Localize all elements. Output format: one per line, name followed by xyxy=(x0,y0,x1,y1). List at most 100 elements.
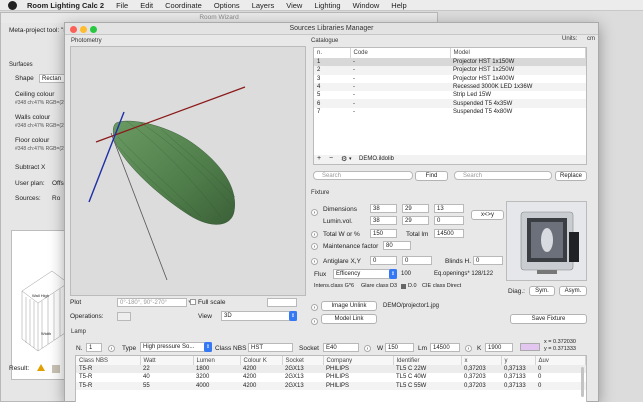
antiglare-y-input[interactable]: 0 xyxy=(402,256,432,265)
col-code[interactable]: Code xyxy=(350,48,451,58)
flux-select[interactable]: Efficency xyxy=(333,269,397,279)
w-input[interactable]: 150 xyxy=(385,343,414,352)
lamp-row[interactable]: T5-R 40 3200 4200 2GX13 PHILIPS TL5 C 40W 0,372… xyxy=(76,373,586,381)
plot-select[interactable]: 0°-180°, 90°-270° xyxy=(117,298,192,307)
menu-help[interactable]: Help xyxy=(391,1,406,10)
menu-view[interactable]: View xyxy=(286,1,302,10)
col-identifier[interactable]: Identifier xyxy=(393,356,462,365)
lumin-vol-z-input[interactable]: 0 xyxy=(434,216,464,225)
total-lm-input[interactable]: 14500 xyxy=(434,229,464,238)
socket-link-icon[interactable]: › xyxy=(364,345,371,352)
col-n[interactable]: n. xyxy=(314,48,351,58)
replace-search-input[interactable]: Search xyxy=(454,171,552,180)
sym-button[interactable]: Sym. xyxy=(529,286,555,296)
user-plan-value[interactable]: Offs xyxy=(52,180,64,187)
photometry-3d-view[interactable] xyxy=(70,46,306,296)
catalogue-row[interactable]: 1- Projector HST 1x150W xyxy=(314,58,586,67)
lamp-table-scrollbar[interactable] xyxy=(581,367,584,397)
image-unlink-button[interactable]: Image Unlink xyxy=(321,301,377,311)
lamp-row[interactable]: T5-R 22 1800 4200 2GX13 PHILIPS TL5 C 22W 0,372… xyxy=(76,365,586,374)
swap-xy-button[interactable]: x<>y xyxy=(471,210,504,220)
menu-window[interactable]: Window xyxy=(353,1,380,10)
lamp-colour-swatch[interactable] xyxy=(520,343,540,351)
col-colour-k[interactable]: Colour K xyxy=(240,356,283,365)
col-company[interactable]: Company xyxy=(323,356,394,365)
maintenance-factor-input[interactable]: 80 xyxy=(383,241,411,250)
total-w-input[interactable]: 150 xyxy=(370,229,397,238)
menu-edit[interactable]: Edit xyxy=(140,1,153,10)
flux-stepper-icon[interactable]: ⇕ xyxy=(389,269,397,279)
dimension-y-input[interactable]: 29 xyxy=(402,204,429,213)
dimension-z-input[interactable]: 13 xyxy=(434,204,464,213)
lamp-n-input[interactable]: 1 xyxy=(86,343,102,352)
total-w-link-icon[interactable]: › xyxy=(311,231,318,238)
lm-link-icon[interactable]: › xyxy=(465,345,472,352)
k-input[interactable]: 1900 xyxy=(485,343,513,352)
catalogue-search-input[interactable]: Search xyxy=(313,171,413,180)
replace-button[interactable]: Replace xyxy=(555,171,587,181)
menu-layers[interactable]: Layers xyxy=(252,1,275,10)
close-window-button[interactable] xyxy=(70,26,77,33)
find-button[interactable]: Find xyxy=(415,171,448,181)
operations-select[interactable] xyxy=(117,312,131,321)
lamp-row[interactable]: T5-R 55 4000 4200 2GX13 PHILIPS TL5 C 55W 0,372… xyxy=(76,381,586,390)
image-unlink-icon[interactable]: › xyxy=(311,304,318,311)
class-nbs-input[interactable]: HST xyxy=(248,343,293,352)
warning-icon xyxy=(37,364,45,371)
model-link-icon[interactable]: › xyxy=(311,318,318,325)
apple-icon[interactable] xyxy=(8,0,17,10)
catalogue-row[interactable]: 3- Projector HST 1x400W xyxy=(314,75,586,83)
catalogue-row[interactable]: 5- Strip Led 15W xyxy=(314,91,586,99)
socket-input[interactable]: E40 xyxy=(323,343,359,352)
menu-options[interactable]: Options xyxy=(214,1,240,10)
fixture-image[interactable] xyxy=(506,201,587,281)
col-x[interactable]: x xyxy=(461,356,502,365)
shape-select[interactable]: Rectan xyxy=(39,74,65,83)
col-model[interactable]: Model xyxy=(450,48,586,58)
col-y[interactable]: y xyxy=(501,356,536,365)
menu-lighting[interactable]: Lighting xyxy=(314,1,340,10)
antiglare-x-input[interactable]: 0 xyxy=(370,256,397,265)
gear-icon[interactable]: ⚙ xyxy=(341,155,347,163)
minimize-window-button[interactable] xyxy=(80,26,87,33)
model-link-button[interactable]: Model Link xyxy=(321,314,377,324)
lumin-vol-x-input[interactable]: 38 xyxy=(370,216,397,225)
menu-file[interactable]: File xyxy=(116,1,128,10)
antiglare-link-icon[interactable]: › xyxy=(311,258,318,265)
zoom-window-button[interactable] xyxy=(90,26,97,33)
maintenance-link-icon[interactable]: › xyxy=(311,243,318,250)
lamp-n-link-icon[interactable]: › xyxy=(108,345,115,352)
catalogue-row[interactable]: 6- Suspended T5 4x35W xyxy=(314,99,586,108)
sources-value[interactable]: Ro xyxy=(52,195,60,202)
view-stepper-icon[interactable]: ⇕ xyxy=(289,311,297,321)
lamp-type-stepper-icon[interactable]: ⇕ xyxy=(204,342,212,352)
add-icon[interactable]: + xyxy=(317,155,321,162)
col-duv[interactable]: Δuv xyxy=(535,356,586,365)
col-class-nbs[interactable]: Class NBS xyxy=(76,356,141,365)
catalogue-row[interactable]: 4- Recessed 3000K LED 1x36W xyxy=(314,82,586,92)
library-file-name[interactable]: DEMO.ildolib xyxy=(359,156,394,162)
col-socket[interactable]: Socket xyxy=(282,356,324,365)
col-watt[interactable]: Watt xyxy=(140,356,194,365)
dimensions-link-icon[interactable]: › xyxy=(311,209,318,216)
save-fixture-button[interactable]: Save Fixture xyxy=(510,314,587,324)
col-lumen[interactable]: Lumen xyxy=(193,356,241,365)
lm-input[interactable]: 14500 xyxy=(430,343,460,352)
full-scale-checkbox[interactable] xyxy=(190,299,196,305)
view-select[interactable]: 3D xyxy=(221,311,297,321)
full-scale-input[interactable] xyxy=(267,298,297,307)
menu-app-name[interactable]: Room Lighting Calc 2 xyxy=(27,1,104,10)
menu-coordinate[interactable]: Coordinate xyxy=(165,1,202,10)
room-diagram-canvas[interactable]: Wall High Width xyxy=(11,230,69,380)
asym-button[interactable]: Asym. xyxy=(559,286,587,296)
lamp-type-select[interactable]: High pressure So... xyxy=(140,342,212,352)
catalogue-row[interactable]: 7- Suspended T5 4x80W xyxy=(314,108,586,116)
gear-dropdown-icon[interactable]: ▾ xyxy=(349,156,352,162)
lumin-vol-y-input[interactable]: 29 xyxy=(402,216,429,225)
d-value-text: D.0 xyxy=(408,283,417,289)
blinds-h-input[interactable]: 0 xyxy=(473,256,503,265)
remove-icon[interactable]: − xyxy=(329,155,333,162)
units-value[interactable]: cm xyxy=(587,36,595,42)
dimension-x-input[interactable]: 38 xyxy=(370,204,397,213)
catalogue-row[interactable]: 2- Projector HST 1x250W xyxy=(314,66,586,75)
